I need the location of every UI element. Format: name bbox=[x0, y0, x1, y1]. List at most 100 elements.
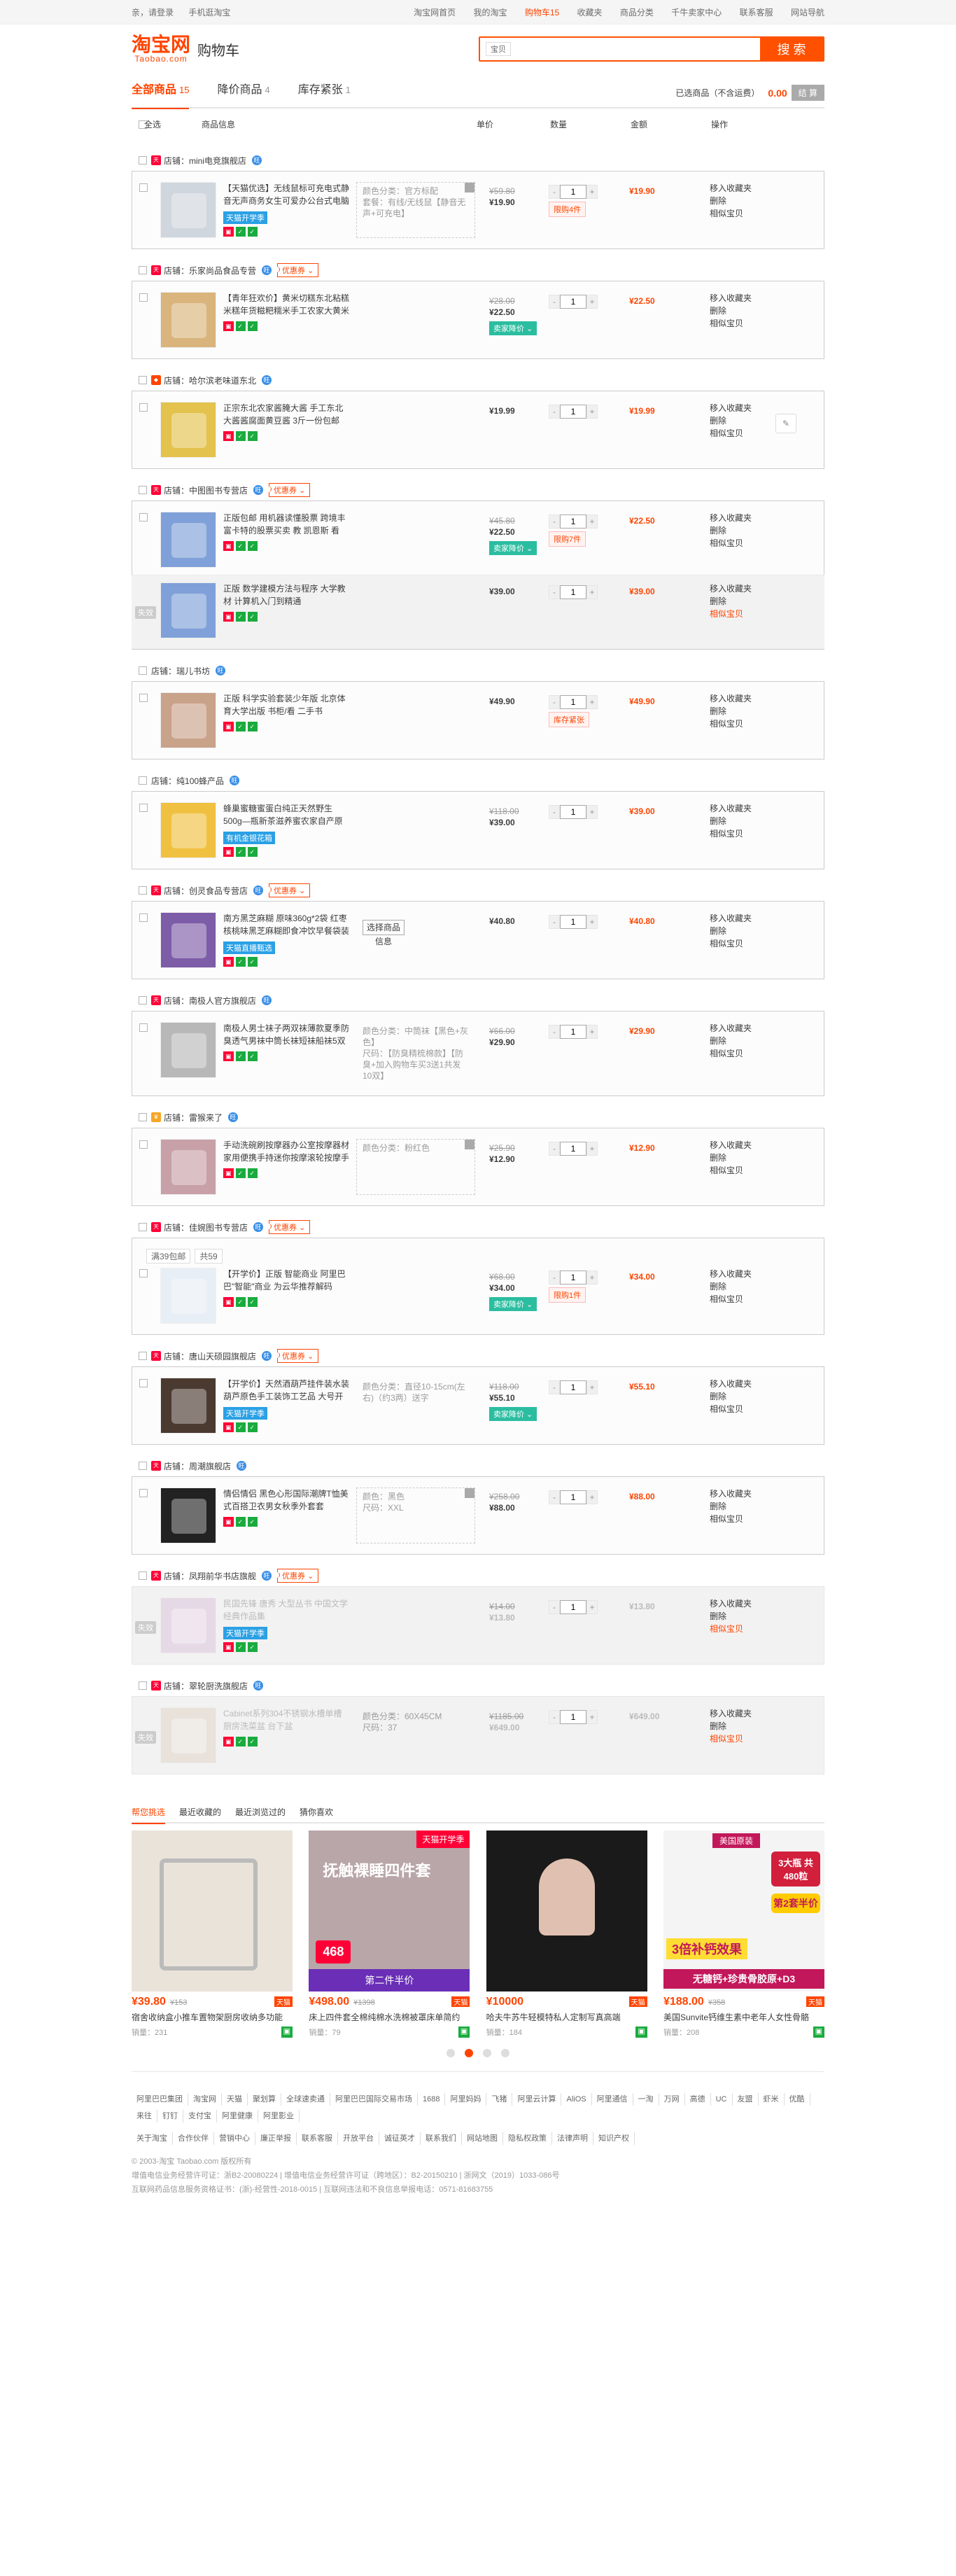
item-checkbox[interactable] bbox=[139, 1378, 148, 1387]
shop-checkbox[interactable] bbox=[139, 486, 147, 494]
select-spec-button[interactable]: 选择商品信息 bbox=[363, 920, 405, 946]
shop-checkbox[interactable] bbox=[139, 266, 147, 274]
item-image[interactable] bbox=[160, 802, 216, 858]
recommend-title[interactable]: 哈夫牛苏牛轻模特私人定制写真高端 bbox=[486, 2011, 647, 2024]
footer-link[interactable]: 优酷 bbox=[785, 2093, 810, 2106]
delete-link[interactable]: 删除 bbox=[710, 705, 773, 718]
recommend-card[interactable]: 美国原装 3大瓶 共480粒 第2套半价 3倍补钙效果 无糖钙+珍贵骨胶原+D3 ¥188… bbox=[663, 1830, 824, 2038]
move-to-fav-link[interactable]: 移入收藏夹 bbox=[710, 1268, 773, 1280]
coupon-button[interactable]: 优惠券 ⌄ bbox=[267, 883, 311, 897]
similar-link[interactable]: 相似宝贝 bbox=[710, 718, 773, 730]
delete-link[interactable]: 删除 bbox=[710, 195, 773, 207]
delete-link[interactable]: 删除 bbox=[710, 1720, 773, 1732]
footer-link[interactable]: 万网 bbox=[659, 2093, 685, 2106]
dot-3[interactable] bbox=[483, 2049, 491, 2057]
item-checkbox[interactable] bbox=[139, 1023, 148, 1032]
footer-link[interactable]: 开放平台 bbox=[338, 2132, 379, 2145]
similar-link[interactable]: 相似宝贝 bbox=[710, 1293, 773, 1306]
recommend-card[interactable]: 天猫开学季 抚触裸睡四件套 468 第二件半价 ¥498.00 ¥1398 天猫 床上四件套全… bbox=[309, 1830, 470, 2038]
recommend-image[interactable] bbox=[132, 1830, 293, 1991]
footer-link[interactable]: 阿里巴巴集团 bbox=[132, 2093, 188, 2106]
qty-plus-button[interactable]: + bbox=[586, 915, 598, 929]
item-title[interactable]: 南方黑芝麻糊 原味360g*2袋 红枣核桃味黑芝麻糊即食冲饮早餐袋装 bbox=[223, 912, 349, 937]
item-image[interactable] bbox=[160, 512, 216, 568]
footer-link[interactable]: 支付宝 bbox=[183, 2110, 217, 2122]
footer-link[interactable]: 阿里通信 bbox=[592, 2093, 633, 2106]
qty-minus-button[interactable]: - bbox=[549, 805, 560, 819]
wangwang-icon[interactable]: 旺 bbox=[262, 1351, 272, 1361]
shop-name[interactable]: 周潮旗舰店 bbox=[189, 1460, 231, 1472]
qty-input[interactable] bbox=[560, 514, 586, 528]
delete-link[interactable]: 删除 bbox=[710, 595, 773, 608]
rec-tab-viewed[interactable]: 最近浏览过的 bbox=[235, 1802, 286, 1823]
item-title[interactable]: 手动洗碗刷按摩器办公室按摩器材家用便携手持迷你按摩滚轮按摩手 bbox=[223, 1139, 349, 1164]
wangwang-icon[interactable]: 旺 bbox=[216, 666, 226, 676]
item-image[interactable] bbox=[160, 1707, 216, 1763]
mobile-link[interactable]: 手机逛淘宝 bbox=[188, 8, 230, 18]
move-to-fav-link[interactable]: 移入收藏夹 bbox=[710, 1139, 773, 1152]
item-title[interactable]: 【开学价】天然酒葫芦挂件装水装葫芦原色手工装饰工艺品 大号开口 bbox=[223, 1378, 349, 1403]
shop-checkbox[interactable] bbox=[139, 886, 147, 895]
search-button[interactable]: 搜 索 bbox=[760, 38, 823, 60]
similar-link[interactable]: 相似宝贝 bbox=[710, 317, 773, 330]
qty-minus-button[interactable]: - bbox=[549, 514, 560, 528]
qty-input[interactable] bbox=[560, 695, 586, 709]
footer-link[interactable]: 天猫 bbox=[222, 2093, 248, 2106]
shop-checkbox[interactable] bbox=[139, 1462, 147, 1470]
search-input[interactable] bbox=[522, 38, 760, 60]
wangwang-icon[interactable]: 旺 bbox=[262, 375, 272, 385]
move-to-fav-link[interactable]: 移入收藏夹 bbox=[710, 292, 773, 304]
delete-link[interactable]: 删除 bbox=[710, 815, 773, 827]
footer-link[interactable]: 联系客服 bbox=[297, 2132, 338, 2145]
coupon-button[interactable]: 优惠券 ⌄ bbox=[267, 1220, 311, 1234]
qty-minus-button[interactable]: - bbox=[549, 185, 560, 199]
move-to-fav-link[interactable]: 移入收藏夹 bbox=[710, 512, 773, 524]
qty-input[interactable] bbox=[560, 915, 586, 929]
wangwang-icon[interactable]: 旺 bbox=[253, 1222, 264, 1232]
category-link[interactable]: 商品分类 bbox=[620, 8, 654, 18]
edit-pen-icon[interactable] bbox=[465, 1488, 475, 1498]
footer-link[interactable]: 淘宝网 bbox=[188, 2093, 222, 2106]
qty-plus-button[interactable]: + bbox=[586, 1142, 598, 1156]
edit-float-button[interactable]: ✎ bbox=[775, 414, 796, 433]
item-checkbox[interactable] bbox=[139, 293, 148, 302]
qty-minus-button[interactable]: - bbox=[549, 1025, 560, 1039]
qty-minus-button[interactable]: - bbox=[549, 1142, 560, 1156]
similar-link[interactable]: 相似宝贝 bbox=[710, 1164, 773, 1177]
qty-minus-button[interactable]: - bbox=[549, 405, 560, 419]
recommend-title[interactable]: 美国Sunvite钙维生素中老年人女性骨骼 bbox=[663, 2011, 824, 2024]
shop-checkbox[interactable] bbox=[139, 376, 147, 384]
move-to-fav-link[interactable]: 移入收藏夹 bbox=[710, 912, 773, 925]
footer-link[interactable]: 阿里巴巴国际交易市场 bbox=[330, 2093, 418, 2106]
similar-link[interactable]: 相似宝贝 bbox=[710, 537, 773, 550]
footer-link[interactable]: 虾米 bbox=[759, 2093, 785, 2106]
item-image[interactable] bbox=[160, 1139, 216, 1195]
cart-link[interactable]: 购物车15 bbox=[525, 8, 559, 18]
login-link[interactable]: 亲，请登录 bbox=[132, 8, 174, 18]
wangwang-icon[interactable]: 旺 bbox=[262, 265, 272, 275]
shop-name[interactable]: 唐山天硕园旗舰店 bbox=[189, 1350, 256, 1362]
qty-minus-button[interactable]: - bbox=[549, 1270, 560, 1284]
qty-plus-button[interactable]: + bbox=[586, 1025, 598, 1039]
item-image[interactable] bbox=[160, 182, 216, 238]
wangwang-icon[interactable]: 旺 bbox=[228, 1112, 239, 1122]
delete-link[interactable]: 删除 bbox=[710, 414, 773, 427]
home-link[interactable]: 淘宝网首页 bbox=[414, 8, 456, 18]
footer-link[interactable]: 飞猪 bbox=[486, 2093, 513, 2106]
item-checkbox[interactable] bbox=[139, 1268, 148, 1278]
shop-name[interactable]: 南极人官方旗舰店 bbox=[189, 995, 256, 1007]
move-to-fav-link[interactable]: 移入收藏夹 bbox=[710, 1022, 773, 1035]
qty-minus-button[interactable]: - bbox=[549, 1710, 560, 1724]
item-image[interactable] bbox=[160, 692, 216, 748]
footer-link[interactable]: 联系我们 bbox=[421, 2132, 462, 2145]
qty-plus-button[interactable]: + bbox=[586, 514, 598, 528]
shop-name[interactable]: 哈尔滨老味道东北 bbox=[189, 374, 256, 386]
qty-minus-button[interactable]: - bbox=[549, 1490, 560, 1504]
delete-link[interactable]: 删除 bbox=[710, 524, 773, 537]
footer-link[interactable]: AliOS bbox=[561, 2093, 592, 2106]
shop-checkbox[interactable] bbox=[139, 1352, 147, 1360]
footer-link[interactable]: 阿里云计算 bbox=[512, 2093, 562, 2106]
item-image[interactable] bbox=[160, 1488, 216, 1544]
similar-link[interactable]: 相似宝贝 bbox=[710, 427, 773, 440]
checkout-button[interactable]: 结 算 bbox=[791, 85, 824, 101]
